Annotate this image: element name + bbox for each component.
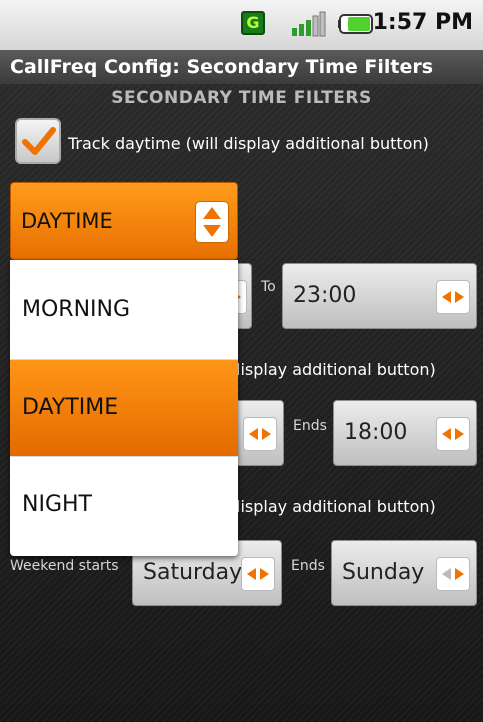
dropdown-toggle[interactable] [195,201,229,243]
g-notification-icon: G [241,11,265,35]
row2-ends-label: Ends [293,418,327,434]
dropdown-option-night[interactable]: NIGHT [10,457,238,553]
left-right-arrow-icon [442,291,464,303]
status-time: 1:57 PM [372,10,473,35]
status-bar: G 1:57 PM [0,0,483,50]
left-right-arrow-icon [249,428,271,440]
row2-ends-value: 18:00 [344,420,408,445]
period-dropdown[interactable]: DAYTIME [10,182,238,260]
section-header: SECONDARY TIME FILTERS [111,88,372,108]
row2-start-arrows[interactable] [243,417,277,451]
weekend-start-arrows[interactable] [241,557,275,591]
row2-ends-spinner[interactable]: 18:00 [333,400,477,466]
to-label: To [261,279,276,295]
weekend-ends-label: Ends [291,558,325,574]
weekend-ends-spinner[interactable]: Sunday [331,540,477,606]
checkmark-icon [22,127,56,155]
battery-icon [338,14,373,34]
weekend-starts-label: Weekend starts [10,558,119,574]
row2-ends-arrows[interactable] [436,417,470,451]
dropdown-selected-value: DAYTIME [21,209,113,233]
row2-checkbox-label: lisplay additional button) [236,360,436,379]
dropdown-option-daytime[interactable]: DAYTIME [10,360,238,456]
track-daytime-checkbox[interactable] [15,118,61,164]
left-right-arrow-icon [442,568,464,580]
to-time-spinner[interactable]: 23:00 [282,263,477,329]
to-time-value: 23:00 [293,283,357,308]
title-bar: CallFreq Config: Secondary Time Filters [0,50,483,84]
track-daytime-label: Track daytime (will display additional b… [68,134,429,153]
up-down-arrow-icon [203,207,221,237]
left-right-arrow-icon [442,428,464,440]
to-time-arrows[interactable] [436,280,470,314]
weekend-ends-value: Sunday [342,560,425,585]
dropdown-menu: MORNING DAYTIME NIGHT [10,260,238,556]
weekend-ends-arrows[interactable] [436,557,470,591]
signal-icon [292,11,326,37]
dropdown-option-morning[interactable]: MORNING [10,262,238,358]
left-right-arrow-icon [247,568,269,580]
row3-checkbox-label: lisplay additional button) [236,497,436,516]
